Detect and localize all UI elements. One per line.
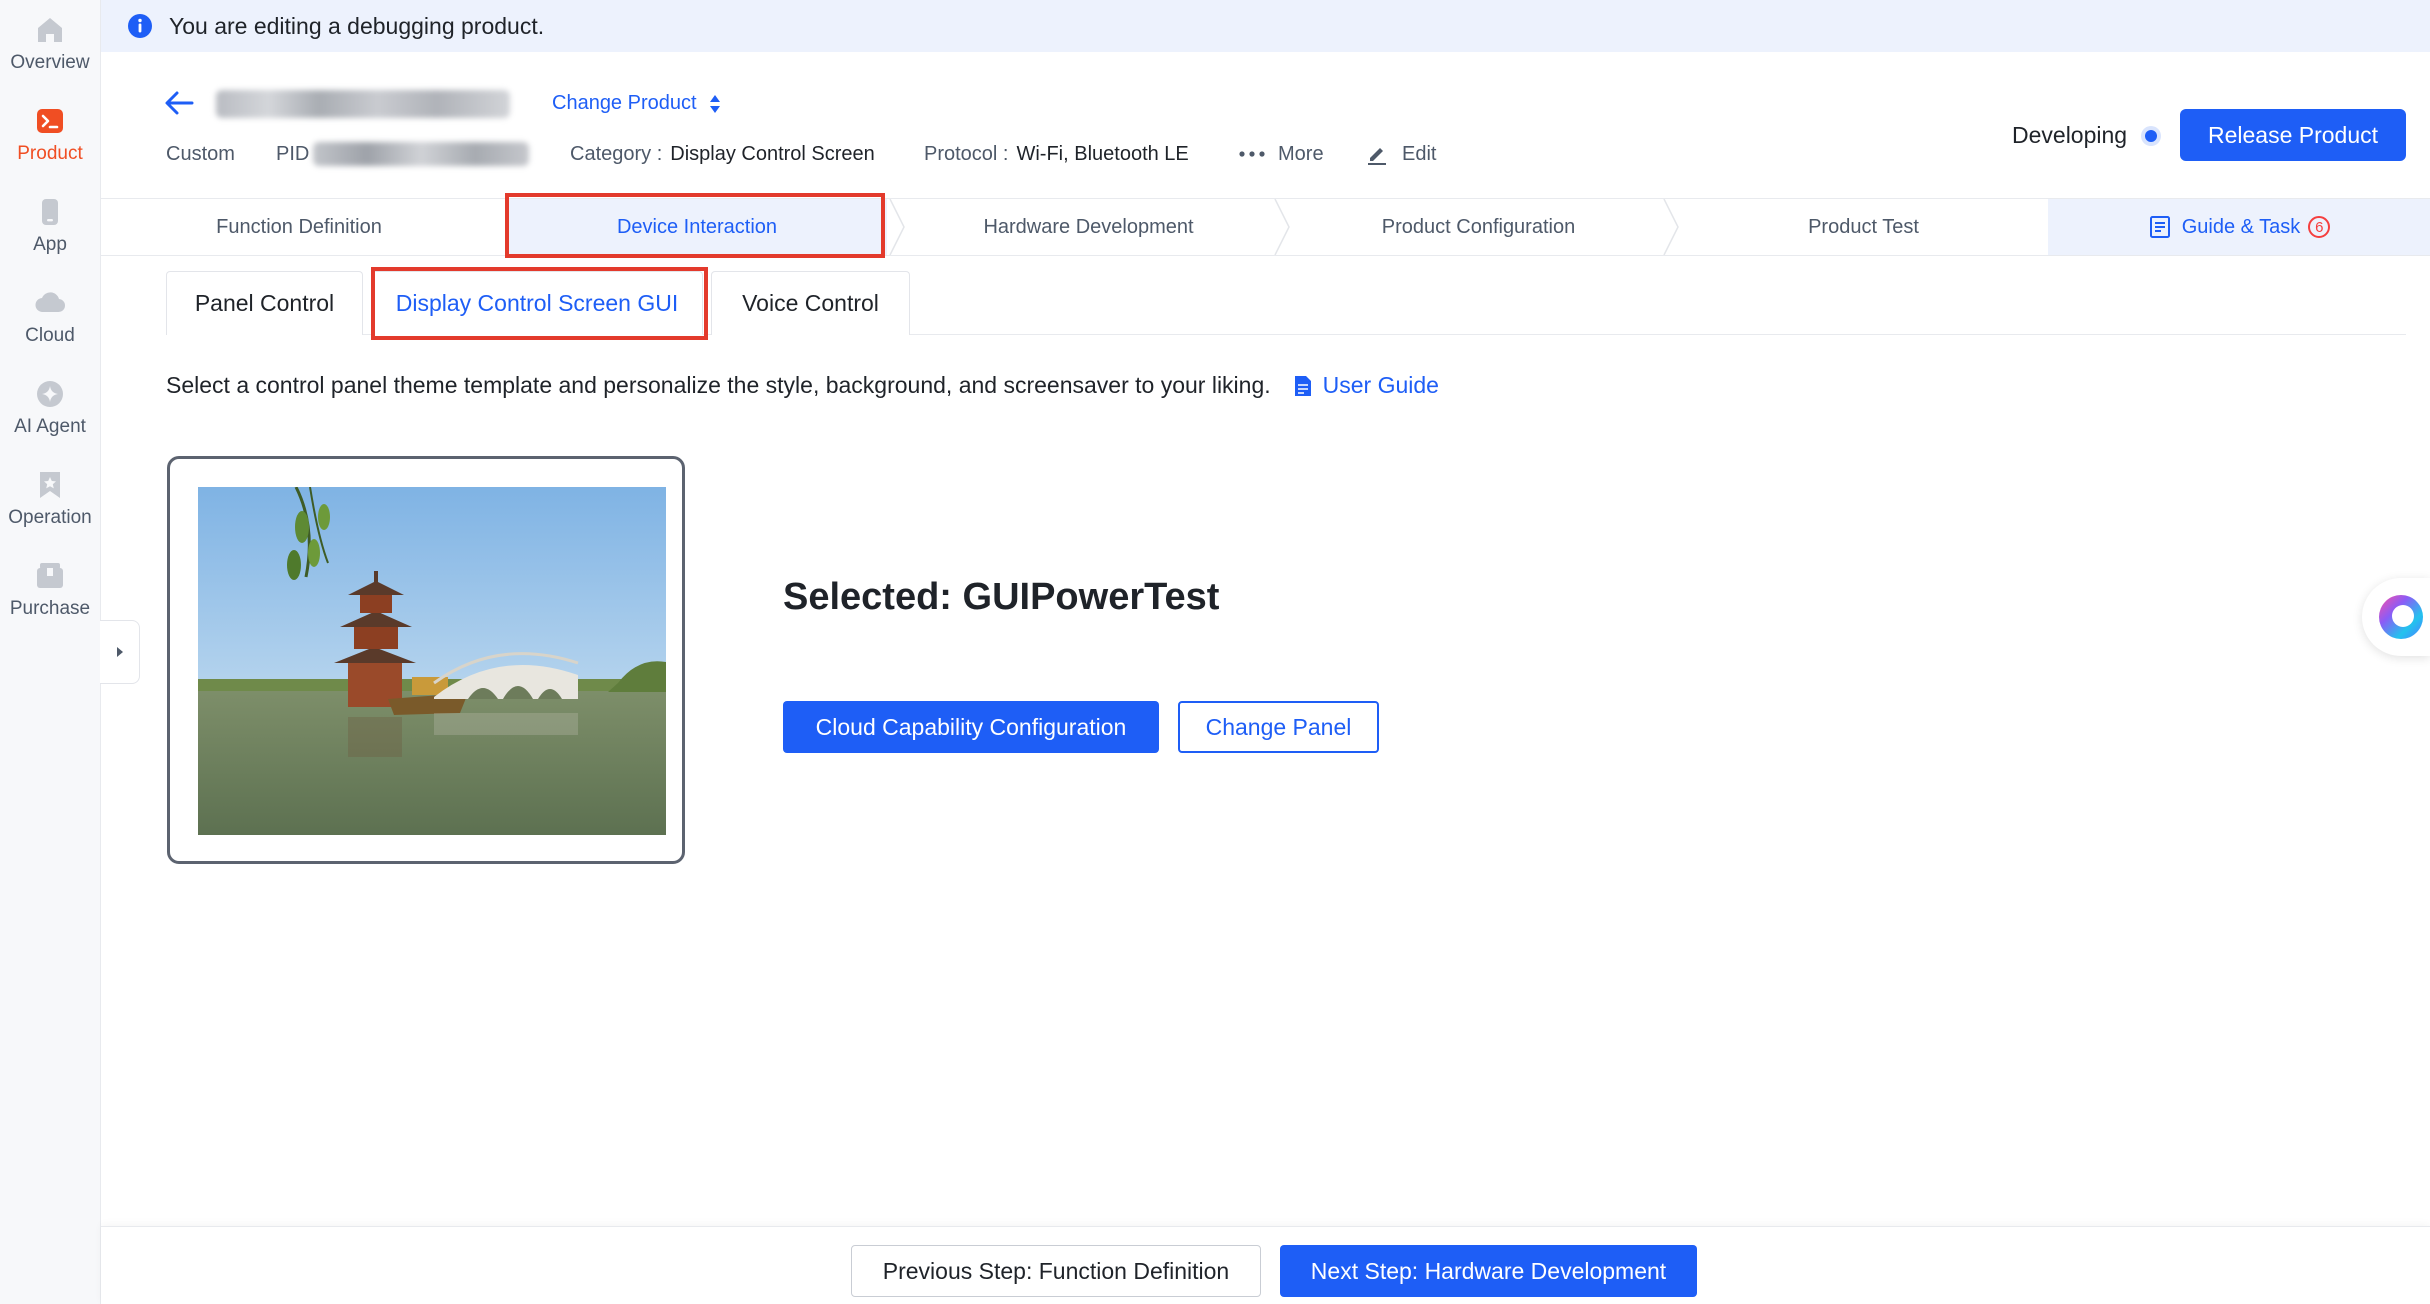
sidebar-item-operation[interactable]: Operation [0,469,100,549]
subtab-voice-control[interactable]: Voice Control [711,271,910,335]
tab-hardware-development[interactable]: Hardware Development [906,199,1271,255]
previous-step-label: Previous Step: Function Definition [882,1257,1230,1284]
bookmark-star-icon [40,472,60,498]
info-icon [128,14,152,38]
sidebar-item-label: Cloud [25,325,75,346]
product-type: Custom [166,140,235,168]
change-panel-label: Change Panel [1205,713,1352,740]
product-protocol: Protocol : Wi-Fi, Bluetooth LE [924,140,1189,168]
sidebar-item-product[interactable]: Product [0,105,100,185]
step-footer [101,1226,2430,1304]
product-terminal-icon [37,109,63,133]
list-document-icon [2149,216,2170,238]
previous-step-button[interactable]: Previous Step: Function Definition [851,1245,1261,1297]
sidebar-item-app[interactable]: App [0,196,100,276]
pencil-icon [1368,148,1386,165]
status-dot [2145,129,2158,142]
pid-label: PID [276,142,310,165]
product-status: Developing [2012,122,2158,149]
sidebar-item-label: AI Agent [14,416,86,437]
guide-and-task-button[interactable]: Guide & Task 6 [2048,199,2430,255]
next-step-label: Next Step: Hardware Development [1310,1257,1667,1284]
edit-label: Edit [1402,142,1437,165]
protocol-label: Protocol : [924,142,1009,165]
release-product-label: Release Product [2207,121,2379,148]
banner-text: You are editing a debugging product. [169,12,545,39]
sidebar-item-label: Operation [8,507,92,528]
sidebar-item-overview[interactable]: Overview [0,14,100,94]
change-product-label: Change Product [552,92,697,114]
ai-assistant-button[interactable] [2362,578,2430,656]
cloud-capability-configuration-button[interactable]: Cloud Capability Configuration [783,701,1159,753]
category-value: Display Control Screen [670,142,875,165]
task-count-badge: 6 [2308,216,2331,238]
subtab-label: Panel Control [194,290,335,316]
subtab-label: Display Control Screen GUI [395,289,679,316]
edit-button[interactable]: Edit [1366,140,1436,168]
panel-preview-card[interactable] [167,456,685,864]
gui-description: Select a control panel theme template an… [166,372,1439,399]
subtab-display-control-screen-gui[interactable]: Display Control Screen GUI [371,271,703,335]
status-label: Developing [2012,122,2128,148]
sidebar-expand-toggle[interactable] [100,620,140,684]
back-arrow-icon[interactable] [162,88,196,118]
more-label: More [1278,142,1324,165]
tab-label: Product Test [1808,215,1919,238]
ai-assistant-icon [2379,595,2423,639]
category-label: Category : [570,142,663,165]
tab-function-definition[interactable]: Function Definition [101,199,497,255]
subtab-label: Voice Control [742,290,879,316]
tab-label: Device Interaction [616,215,778,238]
tab-product-configuration[interactable]: Product Configuration [1291,199,1666,255]
tab-product-test[interactable]: Product Test [1681,199,2046,255]
cloud-icon [35,292,66,313]
more-button[interactable]: More [1238,140,1324,168]
document-icon [1294,375,1311,396]
step-separator-icon [1274,199,1290,255]
sidebar-item-purchase[interactable]: Purchase [0,560,100,640]
home-icon [38,18,62,42]
box-icon [37,563,63,588]
panel-preview-image [198,487,666,835]
tab-label: Product Configuration [1381,215,1576,238]
release-product-button[interactable]: Release Product [2180,109,2406,161]
user-guide-link[interactable]: User Guide [1293,372,1439,399]
product-type-label: Custom [166,142,235,165]
subtab-panel-control[interactable]: Panel Control [166,271,363,335]
tab-label: Function Definition [216,215,382,238]
cloud-button-label: Cloud Capability Configuration [815,713,1127,740]
pid-value-redacted [313,142,530,166]
tab-label: Hardware Development [983,215,1194,238]
product-name-redacted [216,90,510,118]
product-category: Category : Display Control Screen [570,140,875,168]
step-tabs: Function Definition Device Interaction H… [101,198,2430,256]
sidebar-item-label: Purchase [9,598,91,619]
sidebar-item-label: Product [17,143,83,164]
phone-icon [42,199,58,225]
description-text: Select a control panel theme template an… [166,372,1271,398]
selected-panel-title: Selected: GUIPowerTest [783,576,1220,618]
ai-sparkle-icon [37,381,63,407]
sidebar-item-label: App [33,234,67,255]
sidebar-item-ai-agent[interactable]: AI Agent [0,378,100,458]
sidebar-item-cloud[interactable]: Cloud [0,287,100,367]
step-separator-icon [1663,199,1679,255]
user-guide-label: User Guide [1322,372,1439,398]
tab-device-interaction[interactable]: Device Interaction [507,199,887,255]
left-sidebar: Overview Product App Cloud AI Agent Oper… [0,0,101,1304]
caret-right-icon [116,647,123,657]
next-step-button[interactable]: Next Step: Hardware Development [1280,1245,1697,1297]
change-panel-button[interactable]: Change Panel [1178,701,1379,753]
sidebar-item-label: Overview [10,52,90,73]
change-product-link[interactable]: Change Product [552,92,723,115]
guide-label: Guide & Task [2181,215,2301,238]
product-pid: PID [276,140,530,168]
sort-arrows-icon [709,94,720,113]
step-separator-icon [889,199,905,255]
protocol-value: Wi-Fi, Bluetooth LE [1016,142,1189,165]
more-dots-icon [1239,151,1265,157]
debug-notice-banner: You are editing a debugging product. [101,0,2430,52]
